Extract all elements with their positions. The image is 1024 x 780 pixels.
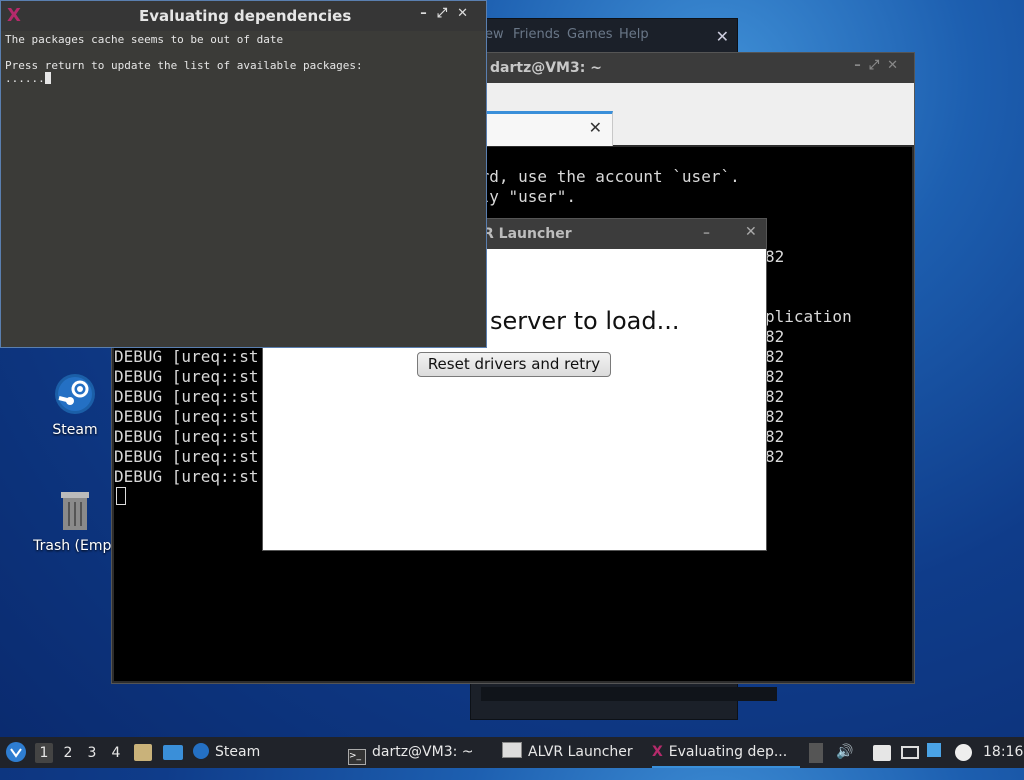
terminal-cursor — [116, 487, 126, 505]
steam-icon — [193, 743, 209, 759]
output-line: ...... — [5, 72, 45, 85]
terminal-line: DEBUG [ureq::st — [114, 347, 259, 366]
terminal-line: plication — [765, 307, 852, 326]
output-line: The packages cache seems to be out of da… — [5, 33, 284, 46]
window-controls[interactable]: –⤢✕ — [854, 58, 906, 73]
xterm-logo-icon: X — [7, 5, 21, 26]
task-evaluating-dependencies[interactable]: X Evaluating dep... — [652, 737, 800, 768]
steam-icon — [53, 372, 97, 416]
task-label: ALVR Launcher — [528, 744, 633, 760]
minimize-icon[interactable]: – — [703, 225, 710, 241]
terminal-line: DEBUG [ureq::st — [114, 407, 259, 426]
workspace-3[interactable]: 3 — [83, 743, 101, 763]
task-steam[interactable]: Steam — [193, 737, 260, 768]
task-alvr[interactable]: ALVR Launcher — [502, 737, 633, 768]
terminal-line: 82 — [765, 407, 785, 426]
terminal-line: DEBUG [ureq::st — [114, 387, 259, 406]
output-line: Press return to update the list of avail… — [5, 59, 363, 72]
update-notifier-icon[interactable] — [927, 743, 941, 757]
menu-item-friends[interactable]: Friends — [513, 27, 560, 42]
terminal-line: 82 — [765, 327, 785, 346]
terminal-icon: >_ — [348, 749, 366, 765]
cursor — [44, 72, 51, 84]
close-icon[interactable]: ✕ — [745, 224, 757, 240]
window-title: R Launcher — [483, 226, 572, 242]
workspace-2[interactable]: 2 — [59, 743, 77, 763]
steam-tray-icon[interactable] — [955, 744, 972, 761]
start-menu-button[interactable] — [4, 737, 28, 768]
window-title: dartz@VM3: ~ — [490, 60, 602, 76]
menu-item-help[interactable]: Help — [619, 27, 649, 42]
terminal-line: 82 — [765, 427, 785, 446]
window-title: Evaluating dependencies — [139, 7, 352, 25]
xterm-logo-icon: X — [652, 744, 663, 760]
steam-menu-bar: ew Friends Games Help ✕ — [471, 19, 737, 49]
menu-item-view[interactable]: ew — [485, 27, 504, 42]
reset-drivers-button[interactable]: Reset drivers and retry — [417, 352, 611, 377]
terminal-line: 82 — [765, 447, 785, 466]
terminal-line: ord, use the account `user`. — [470, 167, 740, 186]
file-manager-icon[interactable] — [134, 744, 152, 761]
window-controls[interactable]: –⤢✕ — [420, 6, 478, 21]
show-desktop-icon[interactable] — [163, 745, 183, 760]
dependencies-window: X Evaluating dependencies –⤢✕ The packag… — [0, 0, 487, 348]
terminal-line: 82 — [765, 387, 785, 406]
close-icon[interactable]: ✕ — [716, 27, 729, 46]
taskbar: 1 2 3 4 Steam >_ dartz@VM3: ~ ALVR Launch… — [0, 737, 1024, 768]
desktop-icon-steam[interactable]: Steam — [25, 372, 125, 438]
loading-message: server to load... — [490, 307, 680, 335]
workspace-4[interactable]: 4 — [107, 743, 125, 763]
menu-item-games[interactable]: Games — [567, 27, 612, 42]
dependencies-titlebar[interactable]: X Evaluating dependencies –⤢✕ — [1, 1, 486, 31]
terminal-line: 82 — [765, 247, 785, 266]
scroll-indicator[interactable] — [809, 743, 823, 763]
workspace-1[interactable]: 1 — [35, 743, 53, 763]
window-icon — [502, 742, 522, 758]
desktop-icon-trash[interactable]: Trash (Empt — [25, 488, 125, 554]
steam-footer — [481, 687, 777, 701]
terminal-line: 82 — [765, 367, 785, 386]
network-icon[interactable] — [901, 746, 919, 759]
clipboard-icon[interactable] — [873, 745, 891, 761]
lubuntu-logo-icon — [6, 742, 26, 762]
close-tab-icon[interactable]: ✕ — [589, 118, 602, 137]
trash-icon — [53, 488, 97, 532]
terminal-line: DEBUG [ureq::st — [114, 367, 259, 386]
terminal-line: DEBUG [ureq::st — [114, 447, 259, 466]
task-label: dartz@VM3: ~ — [372, 744, 474, 760]
desktop-icon-label: Trash (Empt — [33, 538, 117, 554]
terminal-line: DEBUG [ureq::st — [114, 467, 259, 486]
desktop-icon-label: Steam — [52, 422, 98, 438]
dependencies-output[interactable]: The packages cache seems to be out of da… — [5, 33, 484, 345]
terminal-line: 82 — [765, 347, 785, 366]
task-label: Evaluating dep... — [668, 744, 788, 760]
terminal-line: DEBUG [ureq::st — [114, 427, 259, 446]
clock[interactable]: 18:16 — [983, 737, 1023, 768]
task-label: Steam — [215, 744, 261, 760]
volume-icon[interactable]: 🔊 — [836, 737, 853, 768]
task-terminal[interactable]: >_ dartz@VM3: ~ — [348, 737, 474, 768]
